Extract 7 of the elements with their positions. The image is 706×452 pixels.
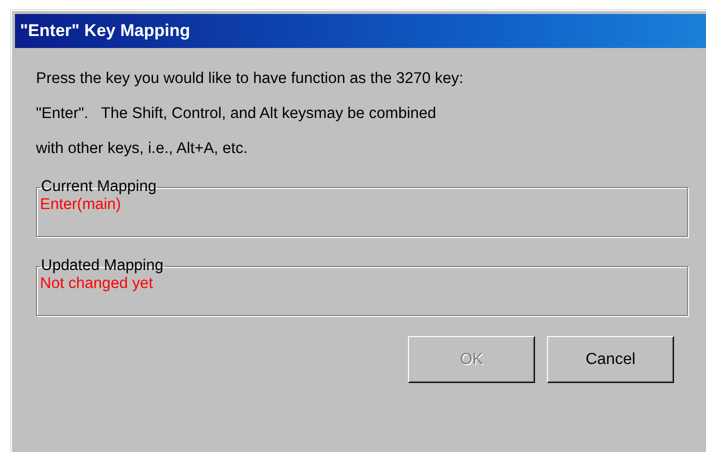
mapping-value: Enter(main) — [40, 196, 122, 214]
cancel-button[interactable]: Cancel — [547, 336, 674, 383]
group-label: Updated Mapping — [40, 257, 164, 275]
window-title: "Enter" Key Mapping — [20, 21, 190, 41]
mapping-value: Not changed yet — [40, 275, 154, 293]
instruction-text: Press the key you would like to have function as the 3270 key: "Enter". The Shift, Control, and Alt keysmay be combined with other keys, i.e., Alt+A, etc. — [36, 69, 464, 159]
group-label: Current Mapping — [40, 178, 158, 196]
